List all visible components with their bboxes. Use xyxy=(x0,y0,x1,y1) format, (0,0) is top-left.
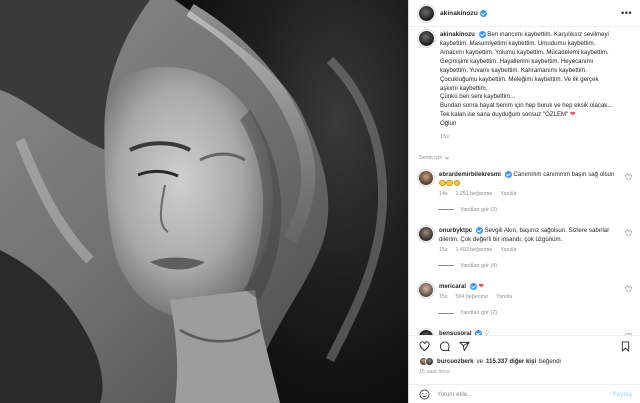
caption-line-8: Bundan sonra hayat benim için hep buruk … xyxy=(440,102,613,110)
verified-badge-icon xyxy=(475,226,483,234)
commenter-avatar[interactable] xyxy=(419,282,433,297)
comment-like-heart-icon[interactable] xyxy=(625,174,632,181)
post-actions-bar xyxy=(409,335,640,356)
more-options-icon[interactable]: ••• xyxy=(621,8,632,18)
comment-likes[interactable]: 594 beğenme xyxy=(456,293,488,302)
comment-like-heart-icon[interactable] xyxy=(625,230,632,237)
post-timestamp[interactable]: 15 saat önce xyxy=(419,369,450,375)
reply-button[interactable]: Yanıtla xyxy=(500,246,516,255)
instagram-post: akinakinozu ••• akinakinozu Ben inancımı… xyxy=(0,0,640,403)
post-comment-button[interactable]: Paylaş xyxy=(613,391,632,398)
commenter-avatar[interactable] xyxy=(419,226,433,241)
comment-username[interactable]: onurbyktpc xyxy=(439,227,472,234)
comment-body: onurbyktpc Sevgili Akın, başınız sağolsu… xyxy=(439,226,632,255)
caption-line-3: Geçmişimi kaybettim. Hayallerimi kaybett… xyxy=(440,57,594,65)
view-replies[interactable]: Yanıtları gör (4) xyxy=(438,263,632,269)
bookmark-icon[interactable] xyxy=(620,340,631,352)
commenter-avatar[interactable] xyxy=(419,170,433,185)
caption: akinakinozu Ben inancımı kaybettim. Karş… xyxy=(419,31,632,142)
verified-badge-icon xyxy=(479,9,487,17)
comment-item: mericaral ❤ 15s 594 beğenme Yanıtla xyxy=(419,282,632,302)
heart-icon[interactable] xyxy=(419,340,430,352)
comment-body: ebrardemirbilekresmi Canımmm canımmm baş… xyxy=(439,170,632,199)
add-comment-bar: Paylaş xyxy=(409,384,640,403)
comment-username[interactable]: mericaral xyxy=(439,283,466,290)
caption-username[interactable]: akinakinozu xyxy=(440,31,475,38)
replies-divider xyxy=(438,312,454,314)
caption-line-5: Çocukluğumu kaybettim. Meleğimi kaybetti… xyxy=(440,75,599,83)
share-icon[interactable] xyxy=(459,341,470,352)
caption-line-2: Amacımı kaybettim. Yolumu kaybettim. Müc… xyxy=(440,48,609,56)
post-photo[interactable] xyxy=(0,0,408,403)
replies-divider xyxy=(438,265,454,267)
comment-text: Sevgili Akın, başınız sağolsun. Sizlere … xyxy=(484,226,610,234)
likes-summary[interactable]: burcuozberk ve 115.337 diğer kişi beğend… xyxy=(419,357,632,366)
verified-badge-icon xyxy=(469,282,477,290)
view-replies[interactable]: Yanıtları gör (3) xyxy=(438,207,632,213)
crying-face-emoji-icon xyxy=(446,179,453,187)
comment-like-heart-icon[interactable] xyxy=(625,286,632,293)
comment-likes[interactable]: 1.493 beğenme xyxy=(456,246,493,255)
likes-joiner: ve xyxy=(476,358,484,365)
caption-avatar[interactable] xyxy=(419,31,434,46)
comments-filter-label: Senin için xyxy=(419,154,443,161)
chevron-down-icon xyxy=(445,156,450,160)
caption-line-1: kaybettim. Masumiyetimi kaybettim. Umudu… xyxy=(440,40,596,48)
author-avatar[interactable] xyxy=(419,5,434,21)
comment-time[interactable]: 15s xyxy=(439,246,448,255)
comment-item: onurbyktpc Sevgili Akın, başınız sağolsu… xyxy=(419,226,632,255)
comment-meta: 15s 1.493 beğenme Yanıtla xyxy=(439,246,622,255)
caption-line-0: Ben inancımı kaybettim. Karşılıksız sevi… xyxy=(487,31,609,39)
post-header: akinakinozu ••• xyxy=(409,0,640,27)
comment-likes[interactable]: 1.251 beğenme xyxy=(456,190,493,199)
comment-input[interactable] xyxy=(437,390,606,398)
comment-username[interactable]: ebrardemirbilekresmi xyxy=(439,171,501,178)
view-replies-label: Yanıtları gör (4) xyxy=(460,262,498,269)
portrait-photo-graphic xyxy=(0,0,408,403)
caption-body: akinakinozu Ben inancımı kaybettim. Karş… xyxy=(440,31,612,142)
comment-text-cont: dilerim. Çok değerli bir insandı, çok üz… xyxy=(439,235,563,243)
emoji-icon[interactable] xyxy=(419,389,430,400)
comment-item: ebrardemirbilekresmi Canımmm canımmm baş… xyxy=(419,170,632,199)
comment-time[interactable]: 14s xyxy=(439,190,448,199)
comment-meta: 14s 1.251 beğenme Yanıtla xyxy=(439,190,622,199)
caption-time[interactable]: 15s xyxy=(440,133,612,142)
caption-line-10: Oğlun xyxy=(440,120,457,128)
liker-avatar xyxy=(425,357,434,366)
likes-count[interactable]: 115.337 diğer kişi xyxy=(486,358,536,365)
crying-face-emoji-icon xyxy=(439,179,446,187)
comments-filter[interactable]: Senin için xyxy=(419,155,632,161)
comment-body: mericaral ❤ 15s 594 beğenme Yanıtla xyxy=(439,282,632,302)
view-replies[interactable]: Yanıtları gör (2) xyxy=(438,310,632,316)
red-heart-icon: ❤ xyxy=(570,111,576,119)
verified-badge-icon xyxy=(504,170,512,178)
red-heart-icon: ❤ xyxy=(478,282,484,290)
view-replies-label: Yanıtları gör (2) xyxy=(460,310,498,317)
view-replies-label: Yanıtları gör (3) xyxy=(460,206,498,213)
comment-meta: 15s 594 beğenme Yanıtla xyxy=(439,293,622,302)
reply-button[interactable]: Yanıtla xyxy=(500,190,516,199)
comment-time[interactable]: 15s xyxy=(439,293,448,302)
author-username[interactable]: akinakinozu xyxy=(440,10,478,17)
likes-suffix: beğendi xyxy=(539,358,561,365)
verified-badge-icon xyxy=(478,31,486,38)
post-side-panel: akinakinozu ••• akinakinozu Ben inancımı… xyxy=(408,0,640,403)
replies-divider xyxy=(438,209,454,211)
liker-avatars xyxy=(419,357,434,366)
comment-text: Canımmm canımmm başın sağ olsun xyxy=(513,171,615,179)
first-liker[interactable]: burcuozberk xyxy=(437,358,474,365)
caption-line-4: kaybettim. Yuvamı kaybettim. Kahramanımı… xyxy=(440,66,587,74)
crying-face-emoji-icon xyxy=(453,179,461,187)
comment-icon[interactable] xyxy=(439,341,450,352)
caption-line-7: Çünkü ben seni kaybettim... xyxy=(440,93,516,101)
reply-button[interactable]: Yanıtla xyxy=(496,293,512,302)
caption-line-9: Tek kalan ise sana duyduğum sonsuz "ÖZLE… xyxy=(440,111,569,119)
comments-scroll-area[interactable]: akinakinozu Ben inancımı kaybettim. Karş… xyxy=(409,27,640,335)
caption-line-6: aşkımı kaybettim. xyxy=(440,84,488,92)
